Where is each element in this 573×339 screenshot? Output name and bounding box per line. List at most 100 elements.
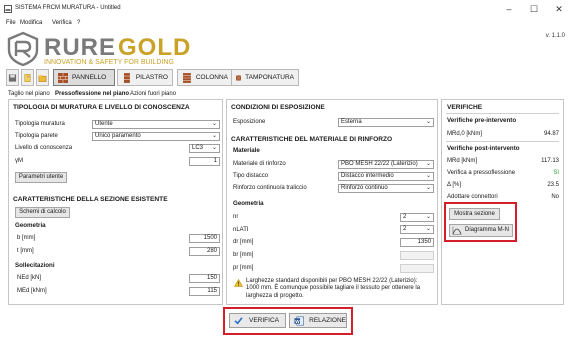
- new-file-button[interactable]: [21, 69, 34, 86]
- version-label: v. 1.1.0: [545, 33, 565, 39]
- dr-input[interactable]: 1350: [400, 238, 434, 247]
- pillar-icon: [123, 72, 130, 83]
- right-panel: VERIFICHE Verifiche pre-intervento MRd,0…: [441, 99, 564, 305]
- tipologia-muratura-value: Utente: [95, 121, 113, 127]
- subtab-fuori-piano[interactable]: Azioni fuori piano: [130, 91, 176, 97]
- t-input[interactable]: 280: [189, 247, 220, 256]
- delta-label: Δ [%]: [447, 182, 462, 188]
- tab-tamponatura[interactable]: TAMPONATURA: [231, 69, 299, 86]
- verifica-pressoflessione-value: Sì: [553, 170, 559, 176]
- tab-pilastro[interactable]: PILASTRO: [117, 69, 173, 86]
- chevron-down-icon: ⌄: [211, 133, 217, 139]
- livello-value: LC3: [192, 145, 204, 151]
- nr-select[interactable]: 2 ⌄: [400, 213, 434, 222]
- distacco-value: Distacco intermedio: [341, 173, 394, 179]
- mrd0-label: MRd,0 [kNm]: [447, 131, 483, 137]
- tipologia-parete-select[interactable]: Unico paramento ⌄: [92, 132, 220, 141]
- width-warning-text: Larghezze standard disponibili per PBO M…: [246, 278, 421, 299]
- app-icon: [4, 5, 12, 13]
- close-button[interactable]: ✕: [550, 3, 568, 15]
- wall-icon: [58, 72, 68, 83]
- chevron-down-icon: ⌄: [425, 226, 431, 232]
- continuo-label: Rinforzo continuo/a traliccio: [233, 185, 307, 191]
- word-document-icon: W: [294, 316, 304, 325]
- svg-text:INNOVATION & SAFETY FOR BUILDI: INNOVATION & SAFETY FOR BUILDING: [44, 59, 174, 66]
- parametri-utente-button[interactable]: Parametri utente: [15, 172, 67, 183]
- verifica-button[interactable]: VERIFICA: [229, 313, 286, 328]
- subtab-taglio[interactable]: Taglio nel piano: [8, 91, 50, 97]
- med-input[interactable]: 115: [189, 287, 220, 296]
- tab-pannello[interactable]: PANNELLO: [53, 69, 115, 86]
- open-file-button[interactable]: [36, 69, 49, 86]
- menu-file[interactable]: File: [6, 20, 16, 26]
- verifica-pressoflessione-label: Verifica a pressoflessione: [447, 170, 516, 176]
- svg-text:W: W: [295, 318, 300, 323]
- menu-verifica[interactable]: Verifica: [52, 20, 72, 26]
- schemi-calcolo-button[interactable]: Schemi di calcolo: [15, 207, 70, 218]
- rinforzo-title: CARATTERISTICHE DEL MATERIALE DI RINFORZ…: [231, 136, 393, 143]
- tipologia-parete-label: Tipologia parete: [15, 133, 58, 139]
- chevron-down-icon: ⌄: [425, 214, 431, 220]
- ruregold-logo: RURE GOLD INNOVATION & SAFETY FOR BUILDI…: [7, 31, 190, 66]
- chevron-down-icon: ⌄: [425, 173, 431, 179]
- minimize-button[interactable]: –: [500, 3, 518, 15]
- esposizione-select[interactable]: Esterna ⌄: [338, 118, 434, 127]
- adottare-connettori-value: No: [551, 194, 559, 200]
- continuo-value: Rinforzo continuo: [341, 185, 388, 191]
- diagramma-mn-label: Diagramma M-N: [465, 227, 510, 233]
- ned-label: NEd [kN]: [17, 275, 42, 281]
- chevron-down-icon: ⌄: [425, 185, 431, 191]
- b-input[interactable]: 1500: [189, 234, 220, 243]
- delta-value: 23.5: [547, 182, 559, 188]
- divider: [446, 141, 559, 142]
- infill-icon: [236, 74, 242, 81]
- menu-bar: File Modifica Verifica ?: [0, 19, 573, 29]
- b-label: b [mm]: [17, 235, 36, 241]
- tab-colonna-label: COLONNA: [195, 74, 228, 81]
- nlati-select[interactable]: 2 ⌄: [400, 225, 434, 234]
- mrd0-value: 94.87: [543, 131, 559, 137]
- relazione-button[interactable]: W RELAZIONE: [289, 313, 347, 328]
- menu-help[interactable]: ?: [77, 20, 80, 26]
- esposizione-value: Esterna: [341, 119, 362, 125]
- tab-colonna[interactable]: COLONNA: [177, 69, 233, 86]
- materiale-value: PBO MESH 22/22 (Laterizio): [341, 161, 418, 167]
- save-button[interactable]: [6, 69, 19, 86]
- mrd-value: 117.13: [541, 158, 559, 164]
- pr-label: pr [mm]: [233, 265, 254, 271]
- menu-modifica[interactable]: Modifica: [20, 20, 42, 26]
- ned-input[interactable]: 150: [189, 274, 220, 283]
- svg-text:RURE: RURE: [44, 34, 116, 61]
- esposizione-title: CONDIZIONI DI ESPOSIZIONE: [231, 104, 325, 111]
- ym-input[interactable]: 1: [189, 157, 220, 166]
- materiale-select[interactable]: PBO MESH 22/22 (Laterizio) ⌄: [338, 160, 434, 169]
- subtab-pressoflessione[interactable]: Pressoflessione nel piano: [55, 91, 129, 97]
- diagramma-mn-button[interactable]: Diagramma M-N: [449, 224, 513, 237]
- distacco-select[interactable]: Distacco intermedio ⌄: [338, 172, 434, 181]
- nr-label: nr: [233, 214, 239, 220]
- mrd-label: MRd [kNm]: [447, 158, 477, 164]
- pre-intervento-title: Verifiche pre-intervento: [447, 117, 517, 124]
- continuo-select[interactable]: Rinforzo continuo ⌄: [338, 184, 434, 193]
- distacco-label: Tipo distacco: [233, 173, 269, 179]
- verifiche-title: VERIFICHE: [447, 104, 483, 111]
- maximize-button[interactable]: ☐: [525, 3, 543, 15]
- mostra-sezione-button[interactable]: Mostra sezione: [449, 208, 500, 220]
- pr-input: [400, 264, 434, 273]
- tab-pilastro-label: PILASTRO: [135, 74, 168, 81]
- livello-select[interactable]: LC3 ⌄: [189, 144, 220, 153]
- sezione-title: CARATTERISTICHE DELLA SEZIONE ESISTENTE: [13, 196, 168, 203]
- chevron-down-icon: ⌄: [425, 119, 431, 125]
- materiale-title: Materiale: [233, 147, 260, 154]
- tipologia-muratura-select[interactable]: Utente ⌄: [92, 120, 220, 129]
- column-icon: [182, 72, 191, 83]
- tipologia-title: TIPOLOGIA DI MURATURA E LIVELLO DI CONOS…: [13, 104, 190, 111]
- geometria-title: Geometria: [15, 222, 46, 229]
- nlati-value: 2: [403, 226, 407, 232]
- chevron-down-icon: ⌄: [211, 145, 217, 151]
- new-file-icon: [24, 73, 31, 82]
- livello-label: Livello di conoscenza: [15, 145, 73, 151]
- chevron-down-icon: ⌄: [425, 161, 431, 167]
- materiale-label: Materiale di rinforzo: [233, 161, 286, 167]
- left-panel: TIPOLOGIA DI MURATURA E LIVELLO DI CONOS…: [8, 99, 223, 305]
